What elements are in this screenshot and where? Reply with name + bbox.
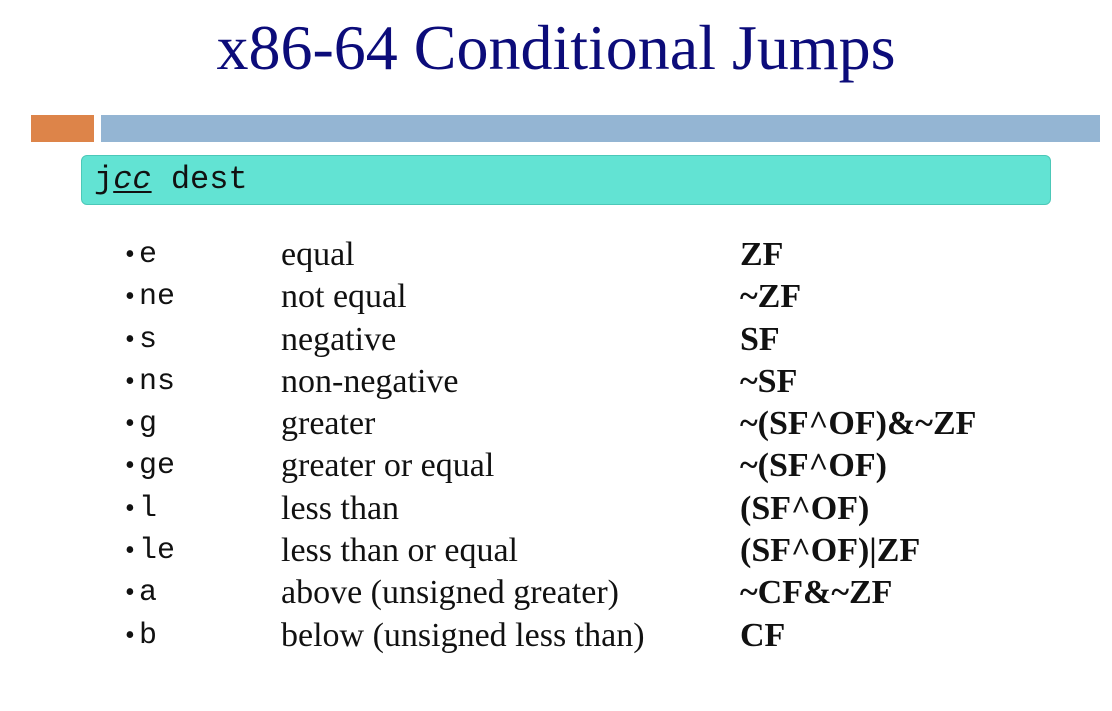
bullet: •: [125, 281, 135, 313]
condition-suffix: s: [139, 322, 158, 357]
syntax-placeholder: cc: [113, 161, 152, 198]
condition-row: • ne not equal ~ZF: [125, 276, 1085, 318]
condition-suffix: a: [139, 576, 158, 611]
condition-flags: (SF^OF)|ZF: [740, 532, 921, 570]
condition-row: • ge greater or equal ~(SF^OF): [125, 445, 1085, 487]
condition-suffix: l: [139, 491, 158, 526]
condition-flags: SF: [740, 320, 780, 358]
condition-suffix: ns: [139, 364, 176, 399]
accent-bar-orange: [31, 115, 94, 142]
syntax-code: jcc dest: [94, 161, 248, 199]
condition-flags: CF: [740, 616, 786, 654]
condition-suffix: e: [139, 238, 158, 272]
condition-row: • a above (unsigned greater) ~CF&~ZF: [125, 572, 1085, 614]
condition-row: • s negative SF: [125, 319, 1085, 361]
condition-flags: ~ZF: [740, 278, 802, 316]
condition-meaning: above (unsigned greater): [281, 574, 619, 612]
condition-meaning: equal: [281, 236, 355, 273]
condition-row: • ns non-negative ~SF: [125, 361, 1085, 403]
condition-meaning: less than or equal: [281, 532, 518, 570]
bullet: •: [125, 408, 135, 440]
slide-title: x86-64 Conditional Jumps: [216, 12, 896, 83]
bullet: •: [125, 577, 135, 609]
condition-meaning: below (unsigned less than): [281, 616, 645, 654]
condition-suffix: ne: [139, 280, 176, 315]
condition-list: • e equal ZF • ne not equal ~ZF • s nega…: [125, 234, 1085, 657]
condition-meaning: less than: [281, 489, 400, 527]
condition-row: • e equal ZF: [125, 234, 1085, 276]
condition-suffix: b: [139, 618, 158, 653]
condition-meaning: negative: [281, 320, 397, 358]
condition-row: • g greater ~(SF^OF)&~ZF: [125, 403, 1085, 445]
condition-meaning: not equal: [281, 278, 407, 316]
condition-meaning: greater or equal: [281, 447, 495, 485]
condition-suffix: g: [139, 407, 158, 442]
condition-row: • b below (unsigned less than) CF: [125, 615, 1085, 657]
condition-row: • le less than or equal (SF^OF)|ZF: [125, 530, 1085, 572]
condition-flags: ~(SF^OF)&~ZF: [740, 405, 977, 443]
bullet: •: [125, 239, 135, 270]
accent-bar-blue: [101, 115, 1100, 142]
syntax-prefix: j: [94, 161, 114, 198]
condition-flags: (SF^OF): [740, 489, 870, 527]
condition-meaning: non-negative: [281, 362, 459, 400]
bullet: •: [125, 619, 135, 651]
condition-suffix: le: [139, 534, 176, 569]
syntax-operand: dest: [151, 161, 248, 198]
condition-suffix: ge: [139, 449, 176, 484]
bullet: •: [125, 450, 135, 482]
condition-row: • l less than (SF^OF): [125, 488, 1085, 530]
condition-flags: ~SF: [740, 362, 798, 400]
bullet: •: [125, 365, 135, 397]
condition-flags: ~(SF^OF): [740, 447, 887, 485]
condition-flags: ~CF&~ZF: [740, 574, 893, 612]
bullet: •: [125, 535, 135, 567]
condition-meaning: greater: [281, 405, 376, 443]
bullet: •: [125, 492, 135, 524]
bullet: •: [125, 323, 135, 355]
condition-flags: ZF: [740, 236, 784, 273]
syntax-box: jcc dest: [81, 155, 1051, 205]
